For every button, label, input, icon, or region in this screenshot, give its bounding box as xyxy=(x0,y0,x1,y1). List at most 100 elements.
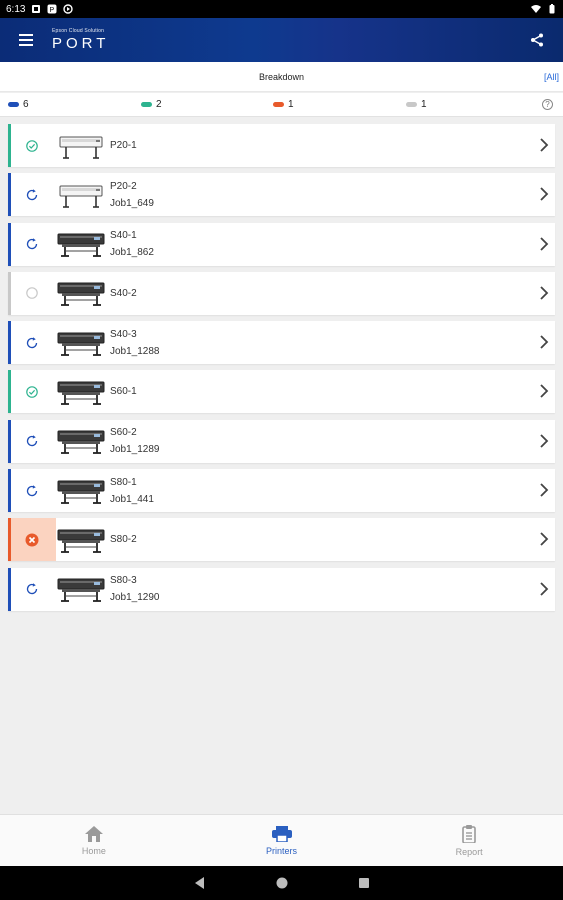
legend-printing[interactable]: 6 xyxy=(8,99,29,110)
status-icon-cell xyxy=(8,469,56,512)
legend-ready[interactable]: 2 xyxy=(141,99,162,110)
printer-icon xyxy=(57,233,105,257)
list-item[interactable]: S60-1 xyxy=(8,370,555,414)
chevron-right-icon xyxy=(540,483,549,497)
printer-job: Job1_1288 xyxy=(110,345,160,357)
battery-icon xyxy=(549,4,555,14)
printer-name: S60-2 xyxy=(110,427,137,439)
printer-list: P20-1 P20-2 Job1_649 S40-1 Job1_862 S40-2 … xyxy=(8,124,555,617)
printer-name: S40-3 xyxy=(110,328,137,340)
nav-printers[interactable]: Printers xyxy=(188,815,376,866)
status-icon-cell xyxy=(8,420,56,463)
legend-error-dot xyxy=(273,102,284,107)
chevron-right-icon xyxy=(540,434,549,448)
app-icon: P xyxy=(47,4,57,14)
printer-name: S40-1 xyxy=(110,230,137,242)
refresh-circle-icon xyxy=(26,435,38,447)
share-button[interactable] xyxy=(511,18,563,62)
menu-button[interactable] xyxy=(0,18,52,62)
hamburger-icon xyxy=(19,34,33,46)
wifi-icon xyxy=(531,5,541,13)
list-item[interactable]: S40-1 Job1_862 xyxy=(8,222,555,266)
status-icon-cell xyxy=(8,370,56,413)
chevron-right-icon xyxy=(540,532,549,547)
printer-job: Job1_441 xyxy=(110,493,154,505)
list-item[interactable]: P20-1 xyxy=(8,124,555,167)
printer-icon xyxy=(57,480,105,504)
share-icon xyxy=(531,33,543,47)
nav-home-label: Home xyxy=(81,845,106,856)
printer-job: Job1_1289 xyxy=(110,444,160,456)
media-icon xyxy=(63,4,74,14)
empty-circle-icon xyxy=(26,287,38,300)
legend-offline-dot xyxy=(406,102,417,107)
all-filter-link[interactable]: [All] xyxy=(544,72,559,82)
chevron-right-icon xyxy=(540,582,549,596)
nav-report[interactable]: Report xyxy=(375,815,563,866)
bottom-navigation: Home Printers Report xyxy=(0,814,563,866)
printer-icon xyxy=(57,529,105,553)
printer-icon xyxy=(57,282,105,307)
status-stripe xyxy=(8,419,11,463)
recents-icon[interactable] xyxy=(358,877,370,889)
chevron-right-icon xyxy=(540,187,549,201)
list-item[interactable]: S40-2 xyxy=(8,271,555,315)
status-stripe xyxy=(8,173,11,217)
printer-job: Job1_1290 xyxy=(110,592,160,604)
list-item[interactable]: S80-3 Job1_1290 xyxy=(8,567,555,611)
printer-name: S80-1 xyxy=(110,476,137,488)
status-bar: 6:13 P xyxy=(0,0,563,18)
list-item[interactable]: P20-2 Job1_649 xyxy=(8,173,555,217)
list-item[interactable]: S40-3 Job1_1288 xyxy=(8,321,555,365)
status-stripe xyxy=(8,567,11,611)
legend-ready-dot xyxy=(141,102,152,107)
nav-home[interactable]: Home xyxy=(0,815,188,866)
back-icon[interactable] xyxy=(194,877,206,889)
status-stripe xyxy=(8,370,11,414)
breakdown-title: Breakdown xyxy=(258,71,305,82)
printer-icon xyxy=(57,578,105,603)
status-legend: 6 2 1 1 ? xyxy=(0,93,563,117)
logo-title: PORT xyxy=(52,35,110,52)
printer-name: S40-2 xyxy=(110,287,137,299)
home-icon xyxy=(84,825,103,842)
legend-error[interactable]: 1 xyxy=(273,99,294,110)
logo-subtitle: Epson Cloud Solution xyxy=(52,28,105,34)
printer-name: S60-1 xyxy=(110,386,137,398)
status-time: 6:13 xyxy=(6,3,26,15)
refresh-circle-icon xyxy=(26,189,38,200)
refresh-circle-icon xyxy=(26,583,38,595)
list-item[interactable]: S80-1 Job1_441 xyxy=(8,469,555,513)
legend-ready-count: 2 xyxy=(156,99,162,110)
refresh-circle-icon xyxy=(26,484,38,496)
chevron-right-icon xyxy=(540,384,549,399)
notification-icon xyxy=(32,5,41,13)
status-icon-cell xyxy=(8,173,56,216)
status-stripe xyxy=(8,321,11,365)
legend-printing-dot xyxy=(8,102,19,107)
home-circle-icon[interactable] xyxy=(276,877,288,889)
printer-job: Job1_862 xyxy=(110,247,154,259)
printer-name: S80-3 xyxy=(110,575,137,587)
check-circle-icon xyxy=(26,139,38,152)
svg-text:P: P xyxy=(50,7,55,14)
app-bar: Epson Cloud Solution PORT xyxy=(0,18,563,62)
status-stripe xyxy=(8,518,11,562)
status-stripe xyxy=(8,271,11,315)
printer-icon xyxy=(59,185,103,208)
list-item[interactable]: S80-2 xyxy=(8,518,555,562)
printer-icon xyxy=(57,332,105,356)
status-icon-cell xyxy=(8,272,56,315)
chevron-right-icon xyxy=(540,236,549,251)
status-stripe xyxy=(8,469,11,513)
system-navigation-bar xyxy=(0,866,563,900)
error-x-icon xyxy=(25,533,39,547)
status-icon-cell xyxy=(8,321,56,364)
list-item[interactable]: S60-2 Job1_1289 xyxy=(8,419,555,463)
legend-offline[interactable]: 1 xyxy=(406,99,427,110)
help-icon[interactable]: ? xyxy=(542,99,553,110)
status-icon-cell xyxy=(8,124,56,167)
legend-offline-count: 1 xyxy=(421,99,427,110)
printer-job: Job1_649 xyxy=(110,197,154,209)
refresh-circle-icon xyxy=(26,336,38,348)
